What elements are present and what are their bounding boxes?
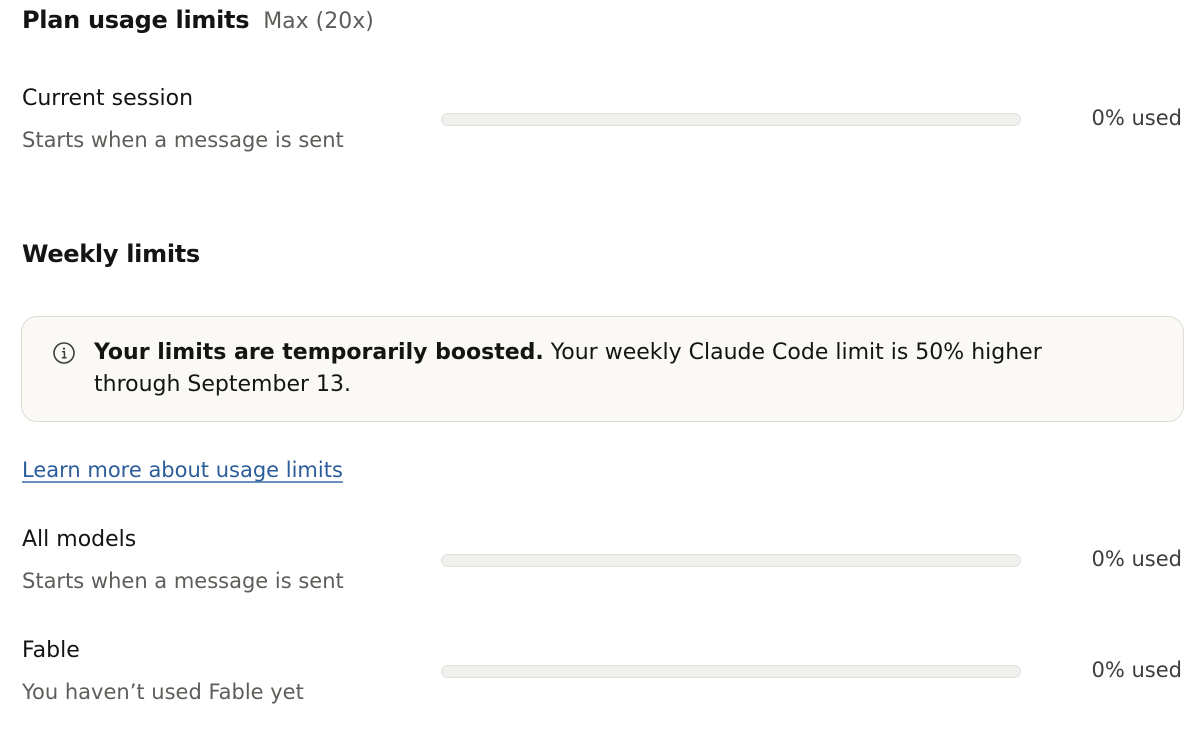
all-models-row: All models Starts when a message is sent… [0, 527, 1200, 617]
fable-used-percent: 0% used [1091, 658, 1183, 682]
fable-progress-bar [441, 665, 1021, 678]
learn-more-link[interactable]: Learn more about usage limits [22, 458, 343, 482]
page-title: Plan usage limits [22, 6, 250, 34]
current-session-subtitle: Starts when a message is sent [22, 128, 344, 152]
notice-text: Your limits are temporarily boosted. You… [94, 337, 1104, 401]
all-models-subtitle: Starts when a message is sent [22, 569, 344, 593]
all-models-progress-bar [441, 554, 1021, 567]
plan-header: Plan usage limits Max (20x) [22, 6, 374, 34]
weekly-limits-title: Weekly limits [22, 240, 200, 268]
current-session-row: Current session Starts when a message is… [0, 86, 1200, 176]
current-session-label: Current session [22, 86, 194, 111]
boost-notice: Your limits are temporarily boosted. You… [21, 316, 1184, 422]
fable-label: Fable [22, 638, 80, 663]
current-session-progress-bar [441, 113, 1021, 126]
plan-tier: Max (20x) [263, 9, 374, 34]
current-session-used-percent: 0% used [1091, 106, 1183, 130]
notice-bold-text: Your limits are temporarily boosted. [94, 340, 544, 365]
all-models-label: All models [22, 527, 137, 552]
fable-row: Fable You haven’t used Fable yet 0% used [0, 638, 1200, 728]
all-models-used-percent: 0% used [1091, 547, 1183, 571]
fable-subtitle: You haven’t used Fable yet [22, 680, 304, 704]
info-icon [53, 342, 75, 364]
